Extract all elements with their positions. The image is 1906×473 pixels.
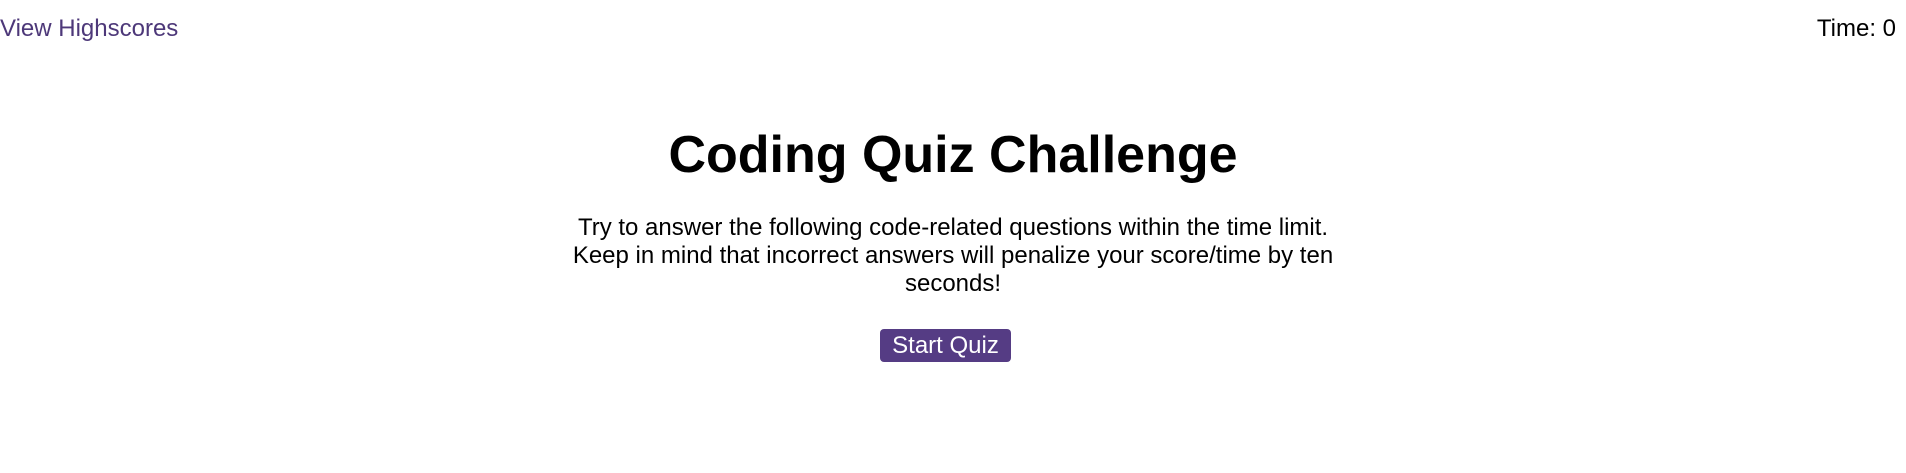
start-quiz-button[interactable]: Start Quiz [880, 329, 1011, 362]
quiz-instructions: Try to answer the following code-related… [572, 214, 1334, 297]
quiz-page: View Highscores Time: 0 Coding Quiz Chal… [0, 0, 1906, 473]
timer-display: Time: 0 [1816, 15, 1896, 42]
view-highscores-link[interactable]: View Highscores [0, 14, 178, 44]
top-bar: View Highscores Time: 0 [0, 0, 1906, 60]
page-title: Coding Quiz Challenge [668, 126, 1238, 184]
